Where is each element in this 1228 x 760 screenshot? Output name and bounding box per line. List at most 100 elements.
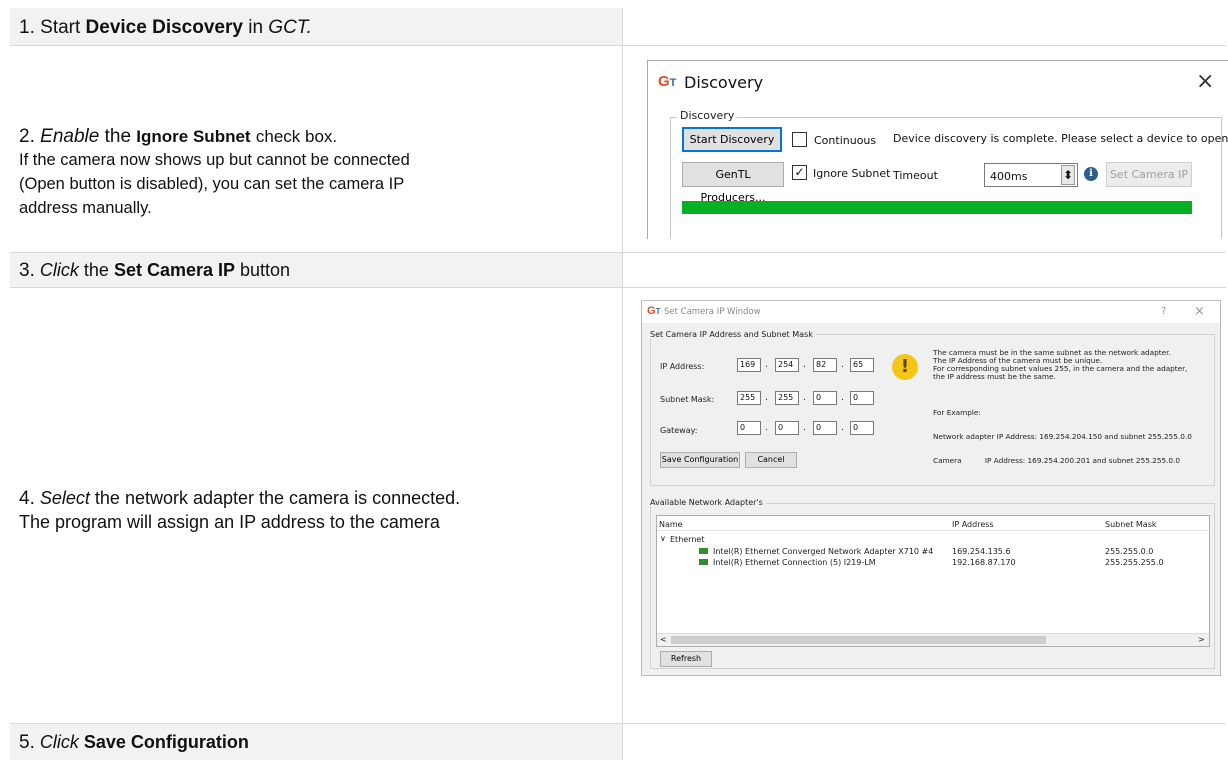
subnet-octet-4[interactable]: 0 — [850, 391, 874, 405]
step-5-text: 5. Click Save Configuration — [19, 732, 249, 754]
step-italic-text: GCT. — [268, 17, 312, 38]
instruction-table: 1. Start Device Discovery in GCT. 2. Ena… — [10, 8, 1228, 760]
subnet-octet-3[interactable]: 0 — [813, 391, 837, 405]
continuous-label: Continuous — [814, 134, 877, 147]
adapter-ip: 169.254.135.6 — [952, 547, 1011, 556]
info-line: the IP address must be the same. — [933, 372, 1056, 381]
gateway-octet-2[interactable]: 0 — [775, 421, 799, 435]
dot-separator: . — [841, 423, 844, 433]
set-camera-ip-button[interactable]: Set Camera IP — [1106, 162, 1192, 187]
info-text: The camera must be in the same subnet as… — [933, 349, 1187, 381]
adapter-mask: 255.255.255.0 — [1105, 558, 1164, 567]
step-1-image-cell — [622, 8, 1226, 45]
step-bold-text: Device Discovery — [85, 17, 243, 38]
ip-octet-4[interactable]: 65 — [850, 358, 874, 372]
step-number: 5. — [19, 732, 35, 753]
discovery-dialog: GT Discovery × Discovery Start Discovery… — [647, 60, 1228, 239]
step-2-text: 2. Enable the Ignore Subnet check box. I… — [19, 126, 410, 220]
gateway-octet-1[interactable]: 0 — [737, 421, 761, 435]
step-text: the network adapter the camera is connec… — [94, 488, 461, 508]
step-4-line-2: The program will assign an IP address to… — [19, 512, 440, 532]
dot-separator: . — [803, 360, 806, 370]
timeout-input[interactable]: 400ms ⬍ — [984, 163, 1078, 187]
step-text: button — [240, 260, 291, 280]
window-title: Set Camera IP Window — [664, 307, 761, 317]
cancel-button[interactable]: Cancel — [745, 452, 797, 468]
spinner-icon[interactable]: ⬍ — [1061, 165, 1075, 185]
scroll-left-icon[interactable]: < — [660, 635, 667, 644]
adapter-ip: 192.168.87.170 — [952, 558, 1016, 567]
save-configuration-button[interactable]: Save Configuration — [660, 452, 740, 468]
adapters-list[interactable]: Name IP Address Subnet Mask ∨ Ethernet I… — [656, 515, 1210, 647]
step-verb: Click — [39, 732, 79, 752]
adapters-group-label: Available Network Adapter's — [650, 498, 766, 507]
help-icon[interactable]: ? — [1161, 306, 1166, 317]
step-5-image-cell — [622, 723, 1226, 760]
column-header-mask[interactable]: Subnet Mask — [1105, 520, 1157, 529]
tree-group-ethernet[interactable]: Ethernet — [670, 535, 704, 544]
dot-separator: . — [803, 423, 806, 433]
scrollbar-thumb[interactable] — [671, 636, 1046, 644]
dot-separator: . — [803, 393, 806, 403]
example-line: Camera IP Address: 169.254.200.201 and s… — [933, 456, 1181, 465]
ip-octet-2[interactable]: 254 — [775, 358, 799, 372]
set-camera-ip-window: GT Set Camera IP Window ? × Set Camera I… — [641, 300, 1221, 676]
close-icon[interactable]: × — [1194, 304, 1205, 319]
step-number: 1. — [19, 17, 35, 38]
step-text: Start — [40, 17, 81, 38]
refresh-button[interactable]: Refresh — [660, 651, 712, 667]
subnet-mask-label: Subnet Mask: — [660, 395, 715, 404]
start-discovery-button[interactable]: Start Discovery — [682, 127, 782, 152]
network-adapter-icon — [699, 548, 708, 554]
network-adapter-icon — [699, 559, 708, 565]
horizontal-scrollbar[interactable]: < > — [657, 633, 1209, 646]
scroll-right-icon[interactable]: > — [1198, 635, 1205, 644]
step-text: the — [83, 260, 109, 280]
dot-separator: . — [841, 360, 844, 370]
column-header-name[interactable]: Name — [659, 520, 683, 529]
step-3-image-cell — [622, 252, 1226, 287]
subnet-octet-2[interactable]: 255 — [775, 391, 799, 405]
gentl-producers-button[interactable]: GenTL Producers... — [682, 162, 784, 204]
column-header-ip[interactable]: IP Address — [952, 520, 994, 529]
step-2-image-cell: GT Discovery × Discovery Start Discovery… — [622, 45, 1228, 252]
step-text: in — [248, 17, 264, 38]
subnet-octet-1[interactable]: 255 — [737, 391, 761, 405]
discovery-progress-bar — [682, 201, 1192, 214]
dot-separator: . — [765, 360, 768, 370]
ip-octet-3[interactable]: 82 — [813, 358, 837, 372]
step-4-text: 4. Select the network adapter the camera… — [19, 488, 460, 534]
gct-logo-icon: GT — [658, 73, 677, 90]
step-verb: Select — [39, 488, 90, 508]
step-4-image-cell: GT Set Camera IP Window ? × Set Camera I… — [622, 287, 1226, 723]
step-text: check box. — [255, 127, 338, 146]
warning-icon: ! — [892, 354, 918, 380]
expand-icon[interactable]: ∨ — [660, 534, 666, 543]
step-bold-text: Set Camera IP — [113, 260, 235, 280]
adapter-mask: 255.255.0.0 — [1105, 547, 1154, 556]
ip-settings-group-label: Set Camera IP Address and Subnet Mask — [650, 330, 816, 339]
step-4-cell: 4. Select the network adapter the camera… — [10, 287, 622, 723]
step-3-cell: 3. Click the Set Camera IP button — [10, 252, 622, 287]
close-icon[interactable]: × — [1196, 69, 1214, 94]
ignore-subnet-label: Ignore Subnet — [813, 167, 891, 180]
step-number: 3. — [19, 260, 35, 281]
info-icon[interactable]: ℹ — [1084, 167, 1098, 181]
step-verb: Enable — [40, 126, 100, 147]
step-1-text: 1. Start Device Discovery in GCT. — [19, 17, 312, 39]
ignore-subnet-checkbox[interactable]: ✓ — [792, 165, 807, 180]
timeout-label: Timeout — [893, 169, 938, 182]
continuous-checkbox[interactable] — [792, 132, 807, 147]
step-5-cell: 5. Click Save Configuration — [10, 723, 622, 760]
example-text: For Example: Network adapter IP Address:… — [933, 393, 1192, 481]
gct-logo-icon: GT — [647, 305, 661, 317]
step-verb: Click — [39, 260, 79, 280]
step-text: the — [104, 126, 132, 147]
ip-octet-1[interactable]: 169 — [737, 358, 761, 372]
dot-separator: . — [765, 423, 768, 433]
gateway-octet-4[interactable]: 0 — [850, 421, 874, 435]
dot-separator: . — [841, 393, 844, 403]
step-bold-text: Ignore Subnet — [136, 127, 251, 146]
example-line: For Example: — [933, 408, 981, 417]
gateway-octet-3[interactable]: 0 — [813, 421, 837, 435]
